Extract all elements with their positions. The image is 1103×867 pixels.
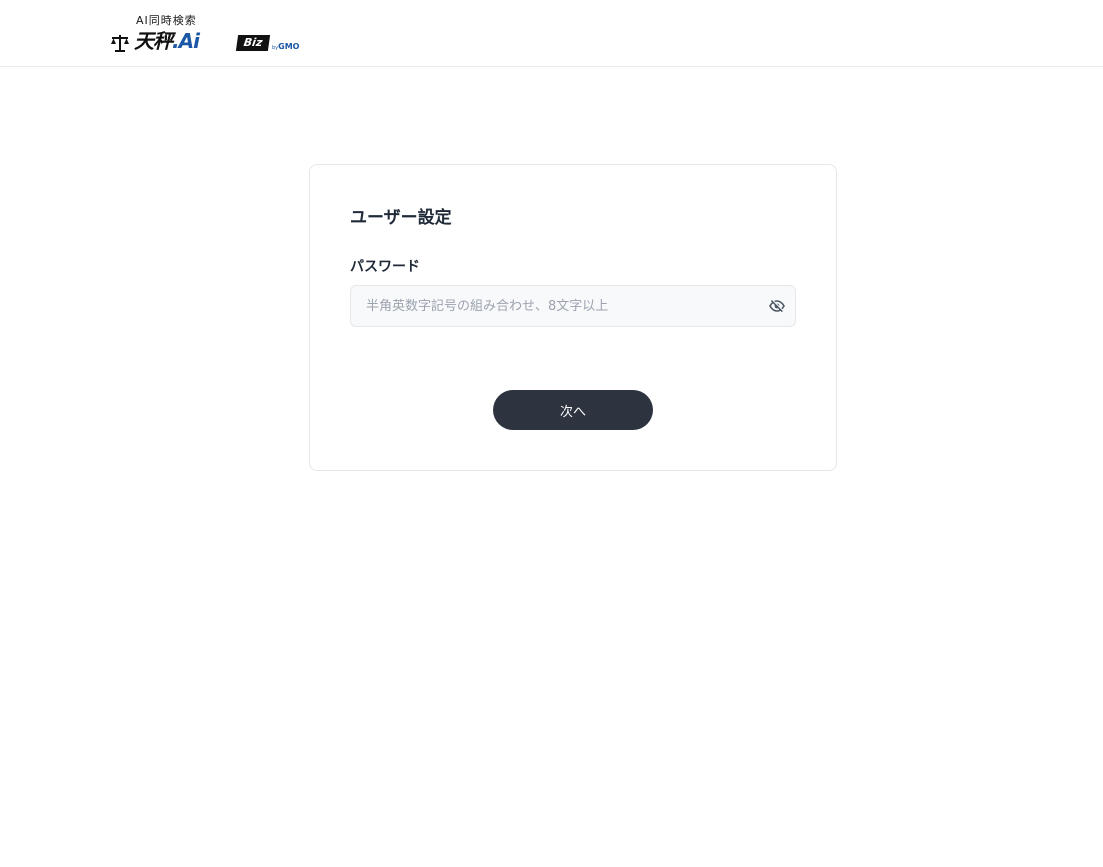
logo-biz-badge: Biz [235,35,271,51]
scale-icon [111,35,129,52]
password-input[interactable] [351,286,751,326]
password-field[interactable] [350,285,796,327]
logo[interactable]: AI同時検索 天秤.Ai Biz byGMO [110,14,320,56]
eye-off-icon[interactable] [769,298,785,314]
password-label: パスワード [350,259,420,275]
logo-wordmark: 天秤.Ai [134,28,200,54]
user-settings-card: ユーザー設定 パスワード 次へ [309,164,837,471]
logo-tagline: AI同時検索 [136,14,197,27]
next-button[interactable]: 次へ [493,390,653,430]
logo-gmo: byGMO [272,42,299,53]
page-title: ユーザー設定 [350,208,452,228]
logo-dot-ai: .Ai [172,29,200,53]
site-header: AI同時検索 天秤.Ai Biz byGMO [0,0,1103,67]
logo-gmo-text: GMO [278,42,300,51]
logo-main-text: 天秤 [134,29,173,53]
